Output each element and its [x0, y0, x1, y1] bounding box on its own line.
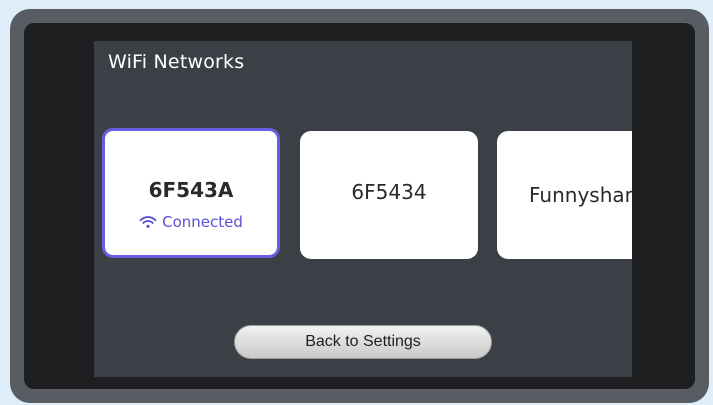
network-name: 6F543A: [148, 177, 234, 202]
network-card-6f5434[interactable]: 6F5434: [300, 131, 478, 259]
back-to-settings-button[interactable]: Back to Settings: [234, 325, 492, 359]
network-name: 6F5434: [351, 180, 427, 204]
network-card-6f543a[interactable]: 6F543A Connected: [102, 128, 280, 258]
network-list: 6F543A Connected 6F5434 Funnyshar: [102, 128, 632, 262]
connection-status-label: Connected: [162, 212, 243, 231]
connection-status: Connected: [139, 213, 243, 231]
wifi-screen: WiFi Networks 6F543A Connected 6F5434 Fu…: [94, 41, 632, 377]
network-name: Funnyshar: [529, 183, 632, 207]
screen-bezel: WiFi Networks 6F543A Connected 6F5434 Fu…: [24, 23, 695, 389]
network-card-funnyshar[interactable]: Funnyshar: [497, 131, 632, 259]
wifi-icon: [139, 215, 157, 229]
page-title: WiFi Networks: [108, 51, 245, 73]
device-frame: WiFi Networks 6F543A Connected 6F5434 Fu…: [10, 9, 709, 403]
